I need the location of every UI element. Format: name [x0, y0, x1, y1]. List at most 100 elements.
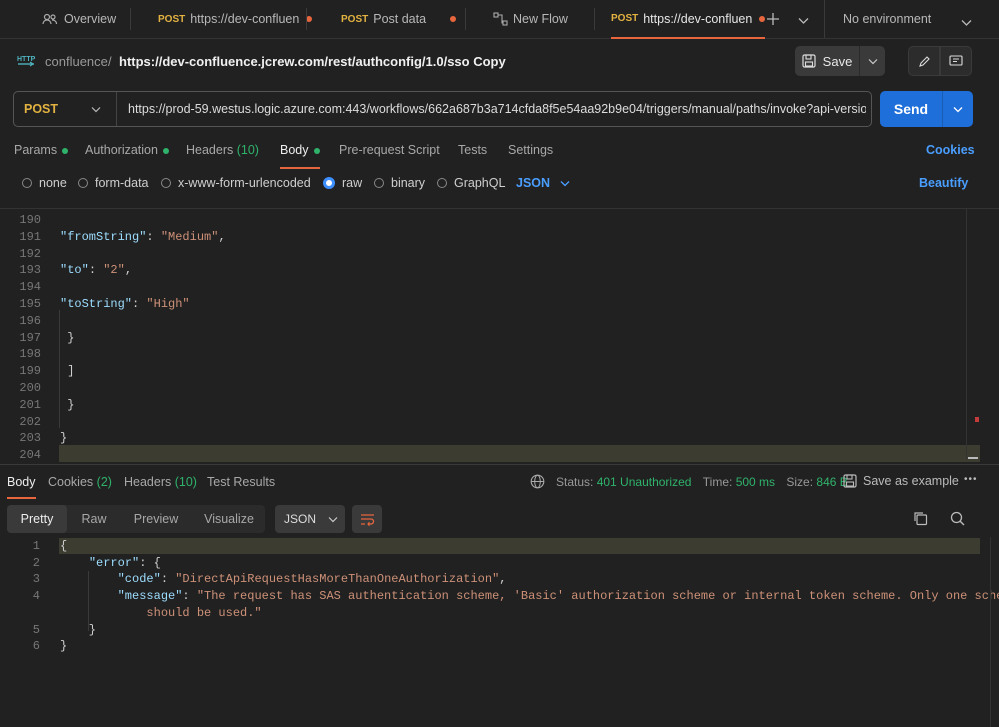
tab-params[interactable]: Params — [14, 143, 69, 157]
response-format-select[interactable]: JSON — [275, 505, 345, 533]
line-number: 4 — [32, 589, 40, 604]
code-token: : — [160, 572, 176, 587]
code-line: } — [60, 623, 96, 637]
has-content-dot — [62, 147, 69, 154]
copy-button[interactable] — [913, 511, 928, 529]
radio-raw[interactable]: raw — [323, 176, 362, 190]
time-label: Time: — [702, 475, 733, 489]
tab-request-active[interactable]: POST https://dev-confluen — [611, 0, 766, 39]
tab-label: Overview — [64, 12, 117, 26]
wrap-lines-button[interactable] — [352, 505, 382, 533]
current-line-highlight — [59, 445, 980, 462]
environment-dropdown[interactable] — [961, 15, 972, 30]
cookies-link[interactable]: Cookies — [926, 143, 975, 157]
response-tab-headers[interactable]: Headers (10) — [124, 475, 197, 489]
radio-urlencoded[interactable]: x-www-form-urlencoded — [161, 176, 311, 190]
save-button[interactable]: Save — [795, 46, 859, 76]
code-token: : { — [139, 555, 161, 570]
save-button-group: Save — [795, 46, 885, 76]
status-value[interactable]: 401 Unauthorized — [597, 475, 692, 489]
scroll-marker — [975, 417, 979, 422]
http-request-icon: HTTP — [17, 53, 36, 72]
tab-tests[interactable]: Tests — [458, 143, 487, 157]
comments-button[interactable] — [940, 46, 972, 76]
view-raw[interactable]: Raw — [72, 505, 116, 533]
chevron-down-icon — [868, 58, 877, 64]
radio-label: none — [39, 176, 67, 190]
save-as-example-button[interactable]: Save as example — [843, 474, 959, 488]
chevron-down-icon — [560, 180, 570, 186]
chevron-down-icon — [961, 20, 972, 26]
new-tab-button[interactable] — [765, 10, 781, 28]
radio-label: binary — [391, 176, 426, 190]
tab-settings[interactable]: Settings — [508, 143, 553, 157]
has-content-dot — [162, 147, 169, 154]
svg-text:HTTP: HTTP — [17, 56, 35, 63]
tab-body-label: Body — [280, 143, 309, 157]
code-line: should be used." — [60, 606, 261, 620]
environment-selector[interactable]: No environment — [843, 12, 931, 26]
time-value[interactable]: 500 ms — [736, 475, 775, 489]
search-button[interactable] — [950, 511, 965, 529]
response-body-viewer[interactable]: 1 {2 "error": {3 "code": "DirectApiReques… — [0, 537, 999, 727]
tab-authorization-label: Authorization — [85, 143, 158, 157]
tab-method: POST — [341, 13, 369, 25]
method-select[interactable]: POST — [14, 92, 117, 126]
response-tab-test-results[interactable]: Test Results — [207, 475, 275, 489]
code-token: } — [60, 330, 75, 345]
scrollbar-thumb[interactable] — [968, 457, 978, 459]
edit-button[interactable] — [908, 46, 940, 76]
request-name[interactable]: https://dev-confluence.jcrew.com/rest/au… — [119, 54, 506, 69]
code-token: "fromString" — [60, 229, 147, 244]
line-number: 202 — [19, 414, 41, 429]
code-token: "The request has SAS authentication sche… — [196, 589, 999, 604]
tab-request-2[interactable]: POST Post data — [341, 0, 457, 38]
response-tab-body[interactable]: Body — [7, 475, 36, 499]
response-tab-cookies[interactable]: Cookies (2) — [48, 475, 112, 489]
tab-new-flow[interactable]: New Flow — [493, 0, 568, 38]
tabs-dropdown-button[interactable] — [798, 13, 809, 28]
globe-icon[interactable] — [530, 474, 545, 492]
beautify-button[interactable]: Beautify — [919, 176, 968, 190]
tab-body[interactable]: Body — [280, 143, 320, 169]
tab-request-1[interactable]: POST https://dev-confluen — [158, 0, 313, 38]
save-icon — [843, 474, 857, 488]
line-number: 200 — [19, 381, 41, 395]
url-input[interactable]: https://prod-59.westus.logic.azure.com:4… — [128, 102, 866, 116]
code-line: } — [60, 398, 74, 412]
radio-circle — [437, 178, 447, 188]
view-pretty[interactable]: Pretty — [7, 505, 67, 533]
unsaved-dot — [450, 16, 457, 22]
more-options-icon[interactable]: ••• — [964, 474, 978, 485]
code-line: "toString": "High" — [60, 297, 190, 311]
line-number: 2 — [32, 555, 40, 570]
tab-overview[interactable]: Overview — [42, 0, 116, 38]
body-format-select[interactable]: JSON — [516, 176, 570, 190]
scrollbar-track — [966, 209, 967, 459]
code-line: } — [60, 331, 74, 345]
tab-headers[interactable]: Headers (10) — [186, 143, 259, 157]
tab-prerequest-script[interactable]: Pre-request Script — [339, 143, 440, 157]
request-body-editor[interactable]: 190 191 "fromString": "Medium", 192 193 "to":… — [0, 209, 999, 464]
breadcrumb-parent[interactable]: confluence — [45, 54, 108, 69]
radio-circle — [374, 178, 384, 188]
tab-divider — [465, 8, 466, 30]
send-options-button[interactable] — [943, 91, 973, 127]
radio-binary[interactable]: binary — [374, 176, 425, 190]
current-line-highlight — [59, 538, 980, 554]
radio-none[interactable]: none — [22, 176, 67, 190]
line-number: 197 — [19, 330, 41, 345]
radio-form-data[interactable]: form-data — [78, 176, 149, 190]
line-number: 192 — [19, 246, 41, 261]
tab-authorization[interactable]: Authorization — [85, 143, 169, 157]
view-preview[interactable]: Preview — [126, 505, 186, 533]
code-token: ] — [60, 364, 75, 379]
radio-graphql[interactable]: GraphQL — [437, 176, 505, 190]
save-options-button[interactable] — [860, 46, 885, 76]
tab-label: New Flow — [513, 12, 568, 26]
line-number: 204 — [19, 448, 41, 463]
radio-circle — [22, 178, 32, 188]
radio-circle — [161, 178, 171, 188]
view-visualize[interactable]: Visualize — [196, 505, 262, 533]
send-button[interactable]: Send — [880, 91, 942, 127]
